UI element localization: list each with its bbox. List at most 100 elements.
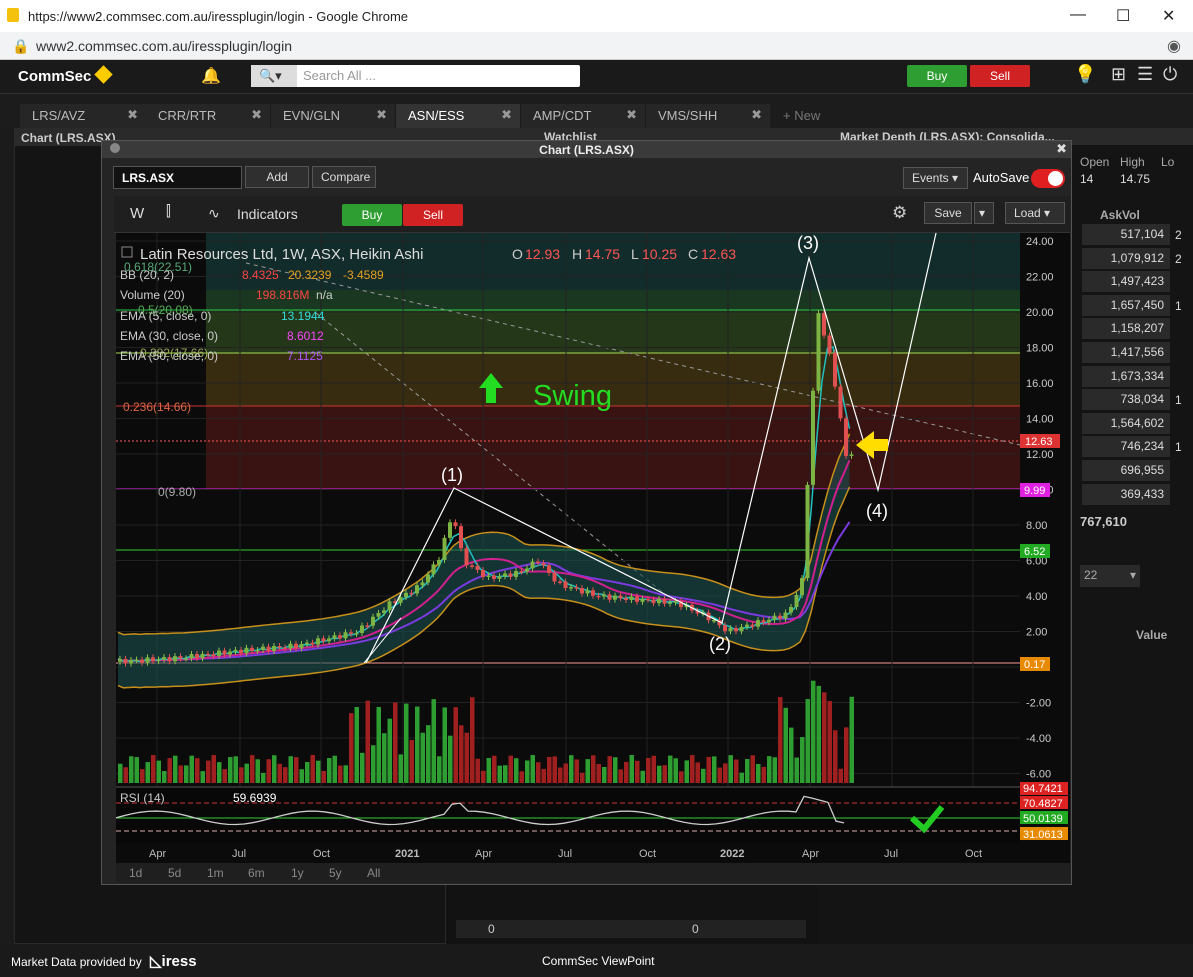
range-1m[interactable]: 1m: [207, 866, 224, 880]
load-dropdown[interactable]: Load ▾: [1005, 202, 1065, 224]
range-5d[interactable]: 5d: [168, 866, 181, 880]
autosave-toggle[interactable]: [1031, 169, 1065, 188]
volume-bar: [272, 755, 277, 783]
indicators-icon[interactable]: ∿: [208, 205, 220, 222]
volume-bars: [118, 680, 854, 783]
eye-icon[interactable]: ◉: [1167, 36, 1181, 56]
range-6m[interactable]: 6m: [248, 866, 265, 880]
candle: [602, 594, 606, 597]
search-input[interactable]: 🔍▾ Search All ...: [251, 65, 580, 87]
candle: [299, 643, 304, 649]
y-tick-label: 4.00: [1026, 591, 1047, 603]
candle: [349, 632, 353, 634]
tab-vms-shh[interactable]: VMS/SHH ✖: [646, 104, 770, 128]
range-5y[interactable]: 5y: [329, 866, 342, 880]
chart-buy-button[interactable]: Buy: [342, 204, 402, 226]
svg-text:20.3239: 20.3239: [288, 268, 332, 282]
volume-bar: [118, 763, 123, 783]
volume-bar: [338, 765, 343, 783]
interval-button[interactable]: W: [130, 205, 144, 222]
volume-bar: [706, 756, 711, 783]
volume-bar: [690, 755, 695, 783]
volume-bar: [580, 772, 585, 783]
candle: [761, 620, 766, 623]
save-button[interactable]: Save: [924, 202, 972, 224]
date-select[interactable]: 22 ▾: [1080, 565, 1140, 587]
volume-bar: [508, 755, 513, 783]
volume-bar: [822, 692, 827, 783]
volume-bar: [244, 763, 249, 783]
range-all[interactable]: All: [367, 866, 380, 880]
candle: [651, 599, 656, 604]
indicators-button[interactable]: Indicators: [237, 206, 298, 222]
svg-text:50.0139: 50.0139: [1023, 813, 1063, 825]
tab-new[interactable]: + New: [771, 104, 841, 128]
add-icon[interactable]: ⊞: [1111, 64, 1126, 85]
svg-text:12.63: 12.63: [1025, 436, 1053, 448]
settings-icon[interactable]: ⚙: [892, 203, 907, 223]
candle: [536, 561, 540, 564]
close-window-icon[interactable]: ✖: [1056, 141, 1067, 157]
x-tick-label: Oct: [639, 848, 656, 860]
chart-sell-button[interactable]: Sell: [403, 204, 463, 226]
volume-bar: [283, 767, 288, 783]
range-1y[interactable]: 1y: [291, 866, 304, 880]
volume-bar: [635, 760, 640, 783]
price-chart[interactable]: 24.0022.0020.0018.0016.0014.0012.0010.00…: [116, 233, 1070, 863]
volume-bar: [673, 758, 678, 783]
sell-button[interactable]: Sell: [970, 65, 1030, 87]
svg-text:14.75: 14.75: [585, 246, 620, 262]
candle: [178, 656, 183, 659]
volume-bar: [398, 754, 403, 783]
depth-row: 1,079,912: [1082, 247, 1170, 269]
volume-bar: [475, 758, 480, 783]
svg-text:0.17: 0.17: [1024, 659, 1045, 671]
candle: [624, 598, 628, 600]
candle-type-icon[interactable]: ⫿: [166, 203, 171, 220]
candle: [123, 658, 128, 664]
range-1d[interactable]: 1d: [129, 866, 142, 880]
save-dropdown-icon[interactable]: ▾: [974, 202, 994, 224]
candle: [129, 660, 133, 664]
candle: [805, 484, 810, 579]
volume-bar: [255, 759, 260, 783]
search-icon[interactable]: 🔍▾: [251, 65, 297, 87]
tab-evn-gln[interactable]: EVN/GLN ✖: [271, 104, 395, 128]
x-tick-label: Jul: [884, 848, 898, 860]
address-bar[interactable]: 🔒 www2.commsec.com.au/iressplugin/login …: [0, 32, 1193, 60]
buy-button[interactable]: Buy: [907, 65, 967, 87]
tab-amp-cdt[interactable]: AMP/CDT ✖: [521, 104, 645, 128]
volume-bar: [481, 770, 486, 783]
tab-lrs-avz[interactable]: LRS/AVZ ✖: [20, 104, 146, 128]
candle: [514, 571, 518, 577]
bell-icon[interactable]: 🔔: [201, 66, 221, 86]
symbol-input[interactable]: LRS.ASX: [113, 166, 242, 189]
wave-2-label: (2): [709, 634, 731, 654]
candle: [552, 572, 557, 582]
volume-bar: [217, 762, 222, 783]
candle: [816, 313, 821, 391]
events-dropdown[interactable]: Events ▾: [903, 167, 968, 189]
volume-bar: [849, 696, 854, 783]
minimize-icon[interactable]: —: [1070, 6, 1086, 24]
candle: [360, 625, 364, 634]
power-icon[interactable]: ⏻: [1163, 64, 1177, 85]
svg-text:H: H: [572, 246, 582, 262]
lightbulb-icon[interactable]: 💡: [1074, 64, 1096, 85]
candle: [305, 642, 309, 645]
candle: [541, 563, 546, 566]
candle: [530, 561, 535, 569]
y-tick-label: 16.00: [1026, 378, 1054, 390]
tab-asn-ess[interactable]: ASN/ESS ✖: [396, 104, 520, 128]
x-tick-label: Apr: [475, 848, 492, 860]
volume-bar: [739, 772, 744, 783]
close-icon[interactable]: ✕: [1162, 6, 1175, 26]
volume-bar: [376, 706, 381, 783]
menu-icon[interactable]: ☰: [1137, 64, 1153, 85]
add-button[interactable]: Add: [245, 166, 309, 188]
maximize-icon[interactable]: ☐: [1116, 6, 1130, 26]
tab-crr-rtr[interactable]: CRR/RTR ✖: [146, 104, 270, 128]
compare-button[interactable]: Compare: [312, 166, 376, 188]
status-bar: Market Data provided by ◺iress CommSec V…: [0, 944, 1193, 977]
candle: [332, 635, 337, 639]
